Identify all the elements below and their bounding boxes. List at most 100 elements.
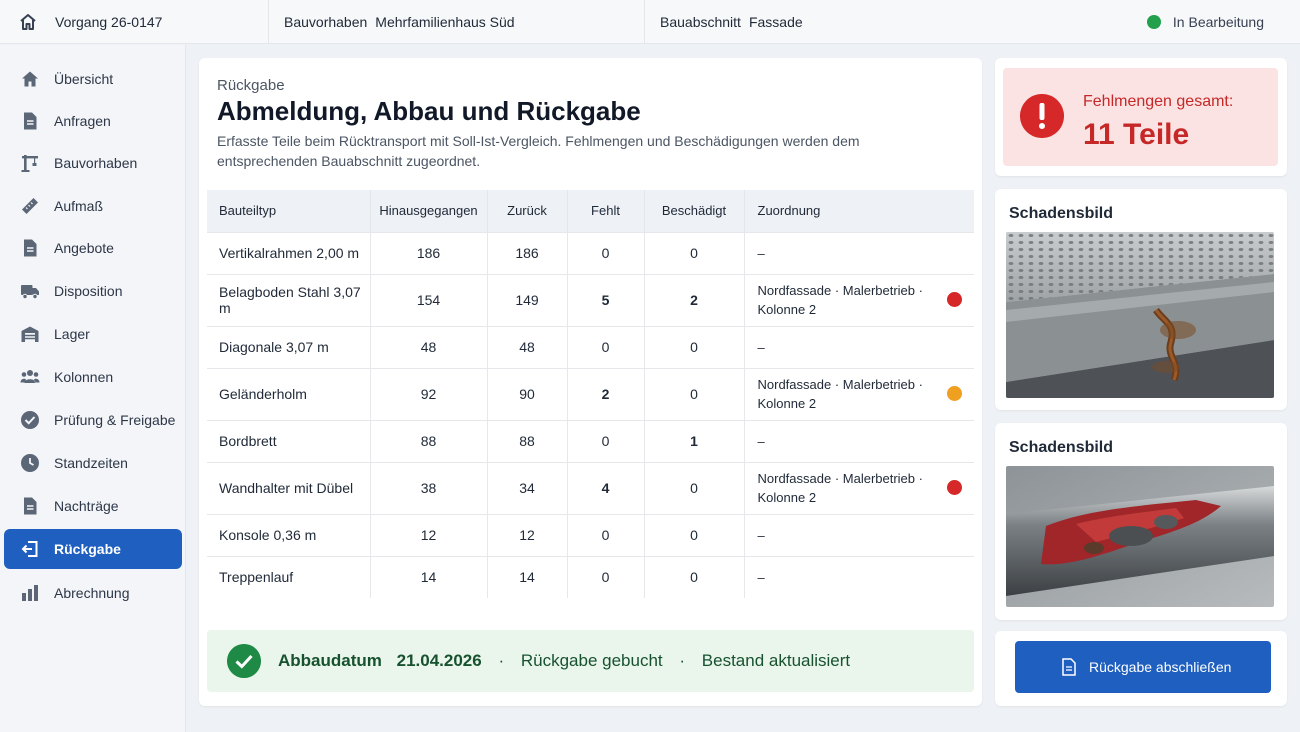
- exclamation-icon: [1020, 94, 1064, 138]
- table-row[interactable]: Vertikalrahmen 2,00 m 186 186 0 0 –: [207, 231, 974, 274]
- column-header: Beschädigt: [644, 190, 745, 232]
- sidebar-item-abrechnung[interactable]: Abrechnung: [4, 573, 182, 613]
- cell-back: 48: [487, 325, 568, 368]
- assignment-text: –: [757, 569, 765, 585]
- column-header: Bauteiltyp: [207, 190, 371, 232]
- sidebar-item-label: Anfragen: [54, 113, 111, 129]
- table-row[interactable]: Geländerholm 92 90 2 0 Nordfassade · Mal…: [207, 367, 974, 420]
- cell-assignment: –: [744, 513, 974, 556]
- sidebar-item-nachtraege[interactable]: Nachträge: [4, 486, 182, 526]
- assignment-text: –: [757, 245, 765, 261]
- document-icon: [1062, 658, 1076, 676]
- table-row[interactable]: Treppenlauf 14 14 0 0 –: [207, 555, 974, 598]
- cell-missing: 5: [567, 273, 645, 326]
- assignment-text: –: [757, 339, 765, 355]
- cell-out: 38: [370, 461, 488, 514]
- assignment-text: Nordfassade · Malerbetrieb ·: [757, 377, 923, 392]
- check-circle-icon: [21, 411, 39, 429]
- table-row[interactable]: Konsole 0,36 m 12 12 0 0 –: [207, 513, 974, 556]
- sidebar-item-label: Lager: [54, 326, 90, 342]
- return-status: Rückgabe gebucht: [520, 651, 663, 670]
- sidebar-item-label: Abrechnung: [54, 585, 130, 601]
- column-header: Zuordnung: [744, 190, 974, 232]
- cell-back: 14: [487, 555, 568, 598]
- project-label: Bauvorhaben: [284, 14, 368, 30]
- cell-assignment: Nordfassade · Malerbetrieb · Kolonne 2: [744, 461, 974, 514]
- status-indicator: In Bearbeitung: [1146, 14, 1264, 30]
- sidebar-item-disposition[interactable]: Disposition: [4, 271, 182, 311]
- separator: ·: [498, 651, 505, 670]
- people-icon: [20, 370, 40, 383]
- damage-photo-pipe[interactable]: [1006, 466, 1274, 607]
- cell-missing: 0: [567, 325, 645, 368]
- crane-icon: [21, 155, 38, 172]
- damage-photo-deck[interactable]: [1006, 232, 1274, 398]
- sidebar-item-uebersicht[interactable]: Übersicht: [4, 59, 182, 99]
- sidebar-item-angebote[interactable]: Angebote: [4, 228, 182, 268]
- cell-out: 186: [370, 231, 488, 274]
- ruler-icon: [22, 198, 38, 214]
- cell-type: Bordbrett: [207, 419, 371, 462]
- sidebar-item-kolonnen[interactable]: Kolonnen: [4, 357, 182, 397]
- sidebar-item-pruefung[interactable]: Prüfung & Freigabe: [4, 400, 182, 440]
- cell-type: Vertikalrahmen 2,00 m: [207, 231, 371, 274]
- status-dot-orange: [947, 386, 962, 401]
- complete-return-button[interactable]: Rückgabe abschließen: [1015, 641, 1271, 693]
- cell-damaged: 0: [644, 513, 745, 556]
- sidebar-item-label: Bauvorhaben: [54, 155, 138, 171]
- document-icon: [24, 112, 37, 130]
- home-icon[interactable]: [18, 12, 38, 32]
- sidebar-item-lager[interactable]: Lager: [4, 314, 182, 354]
- cell-damaged: 0: [644, 231, 745, 274]
- table-row[interactable]: Belagboden Stahl 3,07 m 154 149 5 2 Nord…: [207, 273, 974, 326]
- cell-out: 12: [370, 513, 488, 556]
- sidebar-item-label: Aufmaß: [54, 198, 104, 214]
- sidebar-item-bauvorhaben[interactable]: Bauvorhaben: [4, 143, 182, 183]
- cell-damaged: 0: [644, 461, 745, 514]
- dismantle-date-label: Abbaudatum: [278, 651, 382, 670]
- dismantle-confirmation-banner: Abbaudatum 21.04.2026 · Rückgabe gebucht…: [207, 630, 974, 692]
- cell-back: 186: [487, 231, 568, 274]
- cell-type: Diagonale 3,07 m: [207, 325, 371, 368]
- table-row[interactable]: Diagonale 3,07 m 48 48 0 0 –: [207, 325, 974, 368]
- cell-damaged: 0: [644, 555, 745, 598]
- action-card: Rückgabe abschließen: [995, 631, 1287, 706]
- cell-damaged: 1: [644, 419, 745, 462]
- cell-assignment: –: [744, 419, 974, 462]
- project-info: Bauvorhaben Mehrfamilienhaus Süd: [284, 14, 515, 30]
- status-text: In Bearbeitung: [1172, 14, 1264, 30]
- sidebar-item-standzeiten[interactable]: Standzeiten: [4, 443, 182, 483]
- sidebar-item-rueckgabe[interactable]: Rückgabe: [4, 529, 182, 569]
- sidebar-item-label: Disposition: [54, 283, 123, 299]
- return-card: Rückgabe Abmeldung, Abbau und Rückgabe E…: [199, 58, 982, 706]
- cell-type: Belagboden Stahl 3,07 m: [207, 273, 371, 326]
- cell-missing: 2: [567, 367, 645, 420]
- sidebar-item-aufmass[interactable]: Aufmaß: [4, 186, 182, 226]
- sidebar-item-label: Standzeiten: [54, 455, 128, 471]
- column-header: Hinausgegangen: [370, 190, 488, 232]
- damage-card: Schadensbild: [995, 423, 1287, 620]
- damage-card: Schadensbild: [995, 189, 1287, 410]
- status-dot-red: [947, 292, 962, 307]
- damage-title: Schadensbild: [1009, 205, 1114, 222]
- section-value: Fassade: [748, 14, 803, 30]
- cell-out: 88: [370, 419, 488, 462]
- cell-type: Geländerholm: [207, 367, 371, 420]
- cell-back: 34: [487, 461, 568, 514]
- divider: [644, 0, 645, 44]
- banner-text: Abbaudatum 21.04.2026 · Rückgabe gebucht…: [278, 651, 850, 671]
- sidebar-item-anfragen[interactable]: Anfragen: [4, 101, 182, 141]
- table-row[interactable]: Bordbrett 88 88 0 1 –: [207, 419, 974, 462]
- top-bar: Vorgang 26-0147 Bauvorhaben Mehrfamilienh…: [0, 0, 1300, 44]
- truck-icon: [21, 285, 39, 300]
- cell-back: 90: [487, 367, 568, 420]
- cell-assignment: –: [744, 231, 974, 274]
- project-value: Mehrfamilienhaus Süd: [375, 14, 515, 30]
- sidebar-item-label: Übersicht: [54, 71, 114, 87]
- table-row[interactable]: Wandhalter mit Dübel 38 34 4 0 Nordfassa…: [207, 461, 974, 514]
- shortage-label: Fehlmengen gesamt:: [1083, 93, 1234, 110]
- assignment-text: Nordfassade · Malerbetrieb ·: [757, 471, 923, 486]
- page-title: Abmeldung, Abbau und Rückgabe: [217, 96, 641, 126]
- stock-status: Bestand aktualisiert: [701, 651, 851, 670]
- cell-out: 154: [370, 273, 488, 326]
